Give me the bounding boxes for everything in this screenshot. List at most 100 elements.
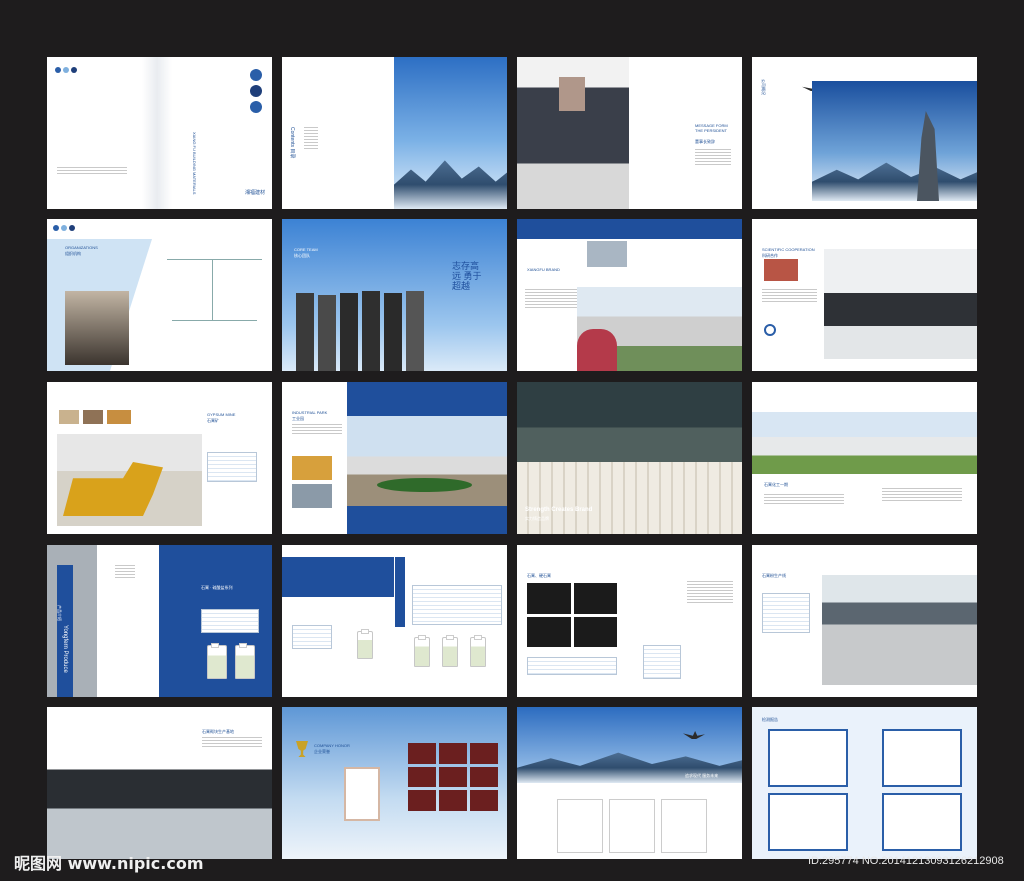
park-thumb-1	[292, 456, 332, 480]
brand-emblem-icon	[250, 85, 262, 97]
award-plaques	[408, 743, 498, 811]
vertical-title: XIANG FU BUILDING MATERIALS	[192, 132, 197, 195]
shed-photo	[822, 575, 977, 685]
strength-slogan-cn: 实力铸造品牌	[525, 516, 549, 521]
fold-gradient	[142, 57, 172, 209]
spread-company-profile[interactable]: 公司概况	[752, 57, 977, 209]
team-slogan: 志存高远 勇于超越	[452, 261, 482, 291]
brand-emblem-icon	[250, 69, 262, 81]
section-title-cn: 石膏矿	[207, 418, 219, 423]
contents-list	[304, 127, 318, 151]
president-face	[559, 77, 585, 111]
plant-text-left	[764, 494, 844, 506]
mountain-photo	[812, 81, 977, 201]
spread-industrial-park[interactable]: INDUSTRIAL PARK 工业园	[282, 382, 507, 534]
cert-emblem-icon	[764, 324, 776, 336]
spread-gypsum-samples[interactable]: 石膏、硬石膏	[517, 545, 742, 697]
brochure-board: XIANG FU BUILDING MATERIALS 湘福建材 Content…	[0, 0, 1024, 881]
contents-title: Contents 目录	[289, 127, 295, 159]
future-sky	[517, 707, 742, 783]
flower-bed	[377, 478, 472, 492]
logo-icons	[55, 67, 77, 73]
section-title-cn: 科研合作	[762, 253, 778, 258]
product-header-band	[282, 557, 394, 597]
spread-warehouse[interactable]: Strength Creates Brand 实力铸造品牌	[517, 382, 742, 534]
product-side-band	[395, 557, 405, 627]
brand-emblem-icon	[250, 101, 262, 113]
block-text	[202, 737, 262, 749]
line-heading: 石膏粉生产线	[762, 573, 786, 578]
meeting-photo	[65, 291, 129, 365]
spread-product-tables[interactable]	[282, 545, 507, 697]
section-title-cn: 公司概况	[761, 79, 766, 95]
spread-future[interactable]: 追求现代 服务未来	[517, 707, 742, 859]
park-thumb-2	[292, 484, 332, 508]
sample-table	[527, 657, 617, 675]
roof-photo	[47, 747, 272, 859]
spread-company-honor[interactable]: COMPANY HONOR 企业荣誉	[282, 707, 507, 859]
spread-test-reports[interactable]: 检测报告	[752, 707, 977, 859]
section-title-en: MESSAGE FORM THE PERSIDENT	[695, 123, 728, 133]
cover-logo-text: 湘福建材	[245, 190, 266, 196]
strength-slogan-en: Strength Creates Brand	[525, 507, 593, 513]
product-bottle	[357, 629, 373, 659]
certificate	[344, 767, 380, 821]
mountain-shape	[394, 160, 507, 209]
lab-photo	[824, 249, 977, 359]
report-sheets	[557, 799, 707, 853]
org-chart	[167, 259, 262, 349]
section-title-en: ORGANIZATIONS	[65, 245, 98, 250]
product-bottle	[235, 643, 255, 679]
mountain-shape	[812, 162, 977, 201]
spread-brand[interactable]: XIANGFU BRAND	[517, 219, 742, 371]
mine-thumb-2	[83, 410, 103, 424]
section-title-cn: 工业园	[292, 416, 304, 421]
section-title-cn: 核心团队	[294, 253, 310, 258]
spread-organization[interactable]: ORGANIZATIONS 组织机构	[47, 219, 272, 371]
brand-text	[525, 289, 580, 310]
section-title-en: SCIENTIFIC COOPERATION	[762, 247, 815, 252]
red-flowers	[577, 329, 617, 371]
logo-icons	[53, 225, 75, 231]
report-frame-1	[768, 729, 848, 787]
sample-text	[687, 581, 733, 605]
section-title-en: COMPANY HONOR	[314, 743, 350, 748]
spec-table-large	[412, 585, 502, 625]
mine-thumb-1	[59, 410, 79, 424]
cover-address-lines	[57, 167, 127, 176]
team-members	[296, 281, 446, 371]
park-gate-photo	[347, 416, 507, 506]
spread-core-team[interactable]: CORE TEAM 核心团队 志存高远 勇于超越	[282, 219, 507, 371]
product-bottle	[442, 635, 458, 667]
spread-president[interactable]: MESSAGE FORM THE PERSIDENT 董事长致辞	[517, 57, 742, 209]
plant-text-right	[882, 488, 962, 503]
spread-chemical-plant[interactable]: 石膏化工一期	[752, 382, 977, 534]
warehouse-bags	[517, 462, 742, 534]
vertical-title-en: Yongfern Produce	[62, 625, 68, 673]
section-title-cn: 组织机构	[65, 251, 81, 256]
message-text	[695, 149, 731, 167]
spread-products-cover[interactable]: 产品介绍 Yongfern Produce 石膏 · 硫酸盐系列	[47, 545, 272, 697]
product-bottle	[470, 635, 486, 667]
spec-table	[292, 625, 332, 649]
line-table	[762, 593, 810, 633]
spread-production-line[interactable]: 石膏粉生产线	[752, 545, 977, 697]
sky-photo	[394, 57, 507, 209]
product-bottle	[207, 643, 227, 679]
spread-scientific[interactable]: SCIENTIFIC COOPERATION 科研合作	[752, 219, 977, 371]
mine-thumb-3	[107, 410, 131, 424]
scientific-text	[762, 289, 817, 304]
report-frame-3	[882, 729, 962, 787]
spread-gypsum-mine[interactable]: GYPSUM MINE 石膏矿	[47, 382, 272, 534]
spread-block-base[interactable]: 石膏砌块生产基地	[47, 707, 272, 859]
product-heading: 石膏 · 硫酸盐系列	[201, 585, 233, 590]
mine-table	[207, 452, 257, 482]
spread-cover[interactable]: XIANG FU BUILDING MATERIALS 湘福建材	[47, 57, 272, 209]
product-table	[201, 609, 259, 633]
sample-grid	[527, 583, 617, 647]
plant-caption: 石膏化工一期	[764, 482, 788, 487]
rock-peak	[917, 111, 939, 201]
spread-contents[interactable]: Contents 目录	[282, 57, 507, 209]
block-heading: 石膏砌块生产基地	[202, 729, 234, 734]
section-title-en: CORE TEAM	[294, 247, 318, 252]
